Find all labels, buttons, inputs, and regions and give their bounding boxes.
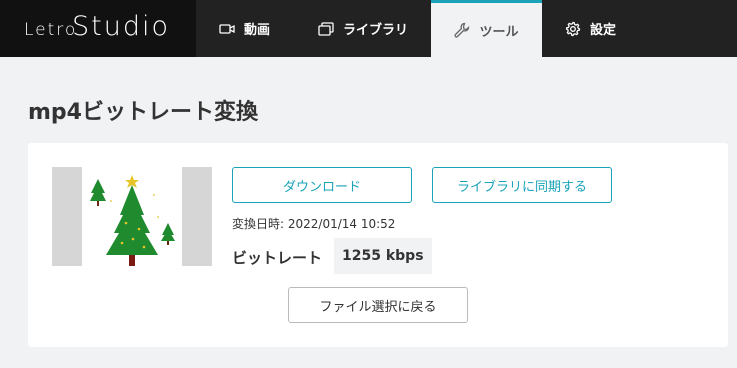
logo-prefix: Letro <box>24 20 78 40</box>
top-navigation-bar: Letro Studio 動画 ライブラリ ツール 設定 <box>0 0 737 57</box>
logo-main: Studio <box>72 11 170 42</box>
letterbox-right <box>182 167 212 266</box>
nav-item-label: 動画 <box>244 23 271 38</box>
letro-studio-logo[interactable]: Letro Studio <box>0 0 196 57</box>
conversion-date: 変換日時: 2022/01/14 10:52 <box>232 217 396 231</box>
library-icon <box>318 21 334 37</box>
result-card: ダウンロード ライブラリに同期する 変換日時: 2022/01/14 10:52… <box>28 143 728 347</box>
nav-item-library[interactable]: ライブラリ <box>318 0 408 57</box>
page-title: mp4ビットレート変換 <box>28 100 258 125</box>
video-camera-icon <box>219 21 235 37</box>
nav-item-video[interactable]: 動画 <box>219 0 270 57</box>
nav-item-settings[interactable]: 設定 <box>565 0 616 57</box>
nav-item-label: 設定 <box>590 23 617 38</box>
bitrate-value: 1255 kbps <box>334 238 432 274</box>
gear-icon <box>565 21 581 37</box>
nav-item-label: ライブラリ <box>343 23 409 38</box>
nav-item-tools[interactable]: ツール <box>431 0 542 57</box>
christmas-tree-image <box>90 175 175 266</box>
nav-item-label: ツール <box>479 24 519 40</box>
back-to-file-select-button[interactable]: ファイル選択に戻る <box>288 287 468 323</box>
bitrate-label: ビットレート <box>232 249 323 267</box>
sync-library-button[interactable]: ライブラリに同期する <box>432 167 612 203</box>
wrench-icon <box>454 22 470 38</box>
video-thumbnail <box>52 167 212 266</box>
letterbox-left <box>52 167 82 266</box>
download-button[interactable]: ダウンロード <box>232 167 412 203</box>
